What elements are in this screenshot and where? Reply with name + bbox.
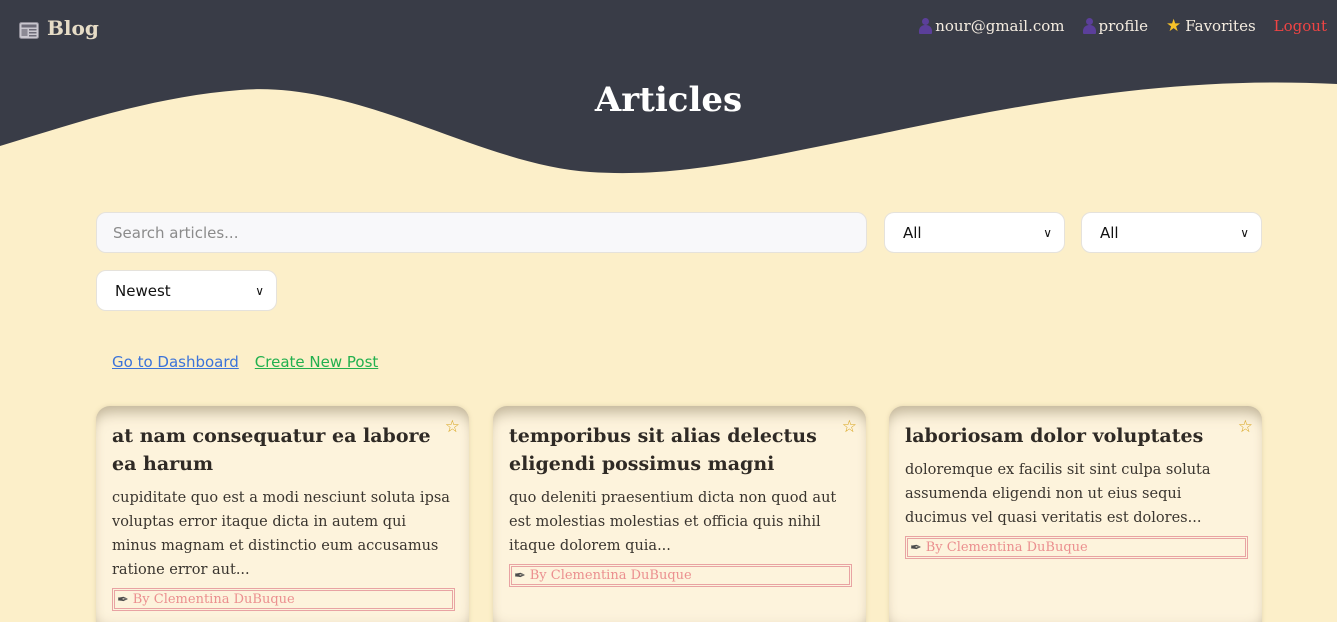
sort-select-value: Newest xyxy=(115,281,171,300)
sort-select[interactable]: Newest ∨ xyxy=(96,270,277,311)
category-select-value: All xyxy=(903,223,922,242)
favorites-link[interactable]: ★ Favorites xyxy=(1166,16,1256,36)
create-post-link[interactable]: Create New Post xyxy=(255,353,378,371)
top-nav: Blog nour@gmail.com profile ★ Favorites … xyxy=(0,0,1337,56)
logout-link[interactable]: Logout xyxy=(1274,17,1327,35)
chevron-down-icon: ∨ xyxy=(1043,225,1052,240)
user-icon xyxy=(919,18,933,34)
pen-icon: ✒ xyxy=(514,567,526,584)
pen-icon: ✒ xyxy=(910,539,922,556)
article-card[interactable]: at nam consequatur ea labore ea harum ☆ … xyxy=(96,406,469,622)
newspaper-icon xyxy=(19,20,39,39)
article-author: ✒ By Clementina DuBuque xyxy=(112,588,455,611)
article-excerpt: quo deleniti praesentium dicta non quod … xyxy=(509,490,837,554)
logout-label: Logout xyxy=(1273,17,1327,35)
chevron-down-icon: ∨ xyxy=(255,283,264,298)
favorite-star-icon[interactable]: ☆ xyxy=(842,417,857,437)
profile-icon xyxy=(1082,18,1096,34)
pen-icon: ✒ xyxy=(117,591,129,608)
user-email: nour@gmail.com xyxy=(935,17,1065,35)
category-select[interactable]: All ∨ xyxy=(884,212,1065,253)
profile-label: profile xyxy=(1098,17,1148,35)
article-card[interactable]: laboriosam dolor voluptates ☆ doloremque… xyxy=(889,406,1262,622)
article-excerpt: cupiditate quo est a modi nesciunt solut… xyxy=(112,490,450,578)
star-icon: ★ xyxy=(1166,16,1182,36)
page-title: Articles xyxy=(594,80,743,120)
profile-link[interactable]: profile xyxy=(1082,17,1148,35)
favorite-star-icon[interactable]: ☆ xyxy=(445,417,460,437)
article-excerpt: doloremque ex facilis sit sint culpa sol… xyxy=(905,462,1211,526)
article-author: ✒ By Clementina DuBuque xyxy=(905,536,1248,559)
action-links: Go to Dashboard Create New Post xyxy=(112,353,378,371)
article-author: ✒ By Clementina DuBuque xyxy=(509,564,852,587)
nav-links: nour@gmail.com profile ★ Favorites Logou… xyxy=(919,16,1327,36)
favorite-star-icon[interactable]: ☆ xyxy=(1238,417,1253,437)
author-name: By Clementina DuBuque xyxy=(529,568,692,583)
author-name: By Clementina DuBuque xyxy=(925,540,1088,555)
chevron-down-icon: ∨ xyxy=(1240,225,1249,240)
dashboard-link[interactable]: Go to Dashboard xyxy=(112,353,239,371)
article-card[interactable]: temporibus sit alias delectus eligendi p… xyxy=(493,406,866,622)
user-email-link[interactable]: nour@gmail.com xyxy=(919,17,1065,35)
favorites-label: Favorites xyxy=(1185,17,1256,35)
author-select-value: All xyxy=(1100,223,1119,242)
article-title[interactable]: at nam consequatur ea labore ea harum xyxy=(112,422,447,478)
brand-label: Blog xyxy=(47,16,99,40)
author-select[interactable]: All ∨ xyxy=(1081,212,1262,253)
search-input[interactable] xyxy=(96,212,867,253)
article-title[interactable]: laboriosam dolor voluptates xyxy=(905,422,1240,450)
author-name: By Clementina DuBuque xyxy=(132,592,295,607)
article-title[interactable]: temporibus sit alias delectus eligendi p… xyxy=(509,422,844,478)
brand[interactable]: Blog xyxy=(19,16,99,40)
